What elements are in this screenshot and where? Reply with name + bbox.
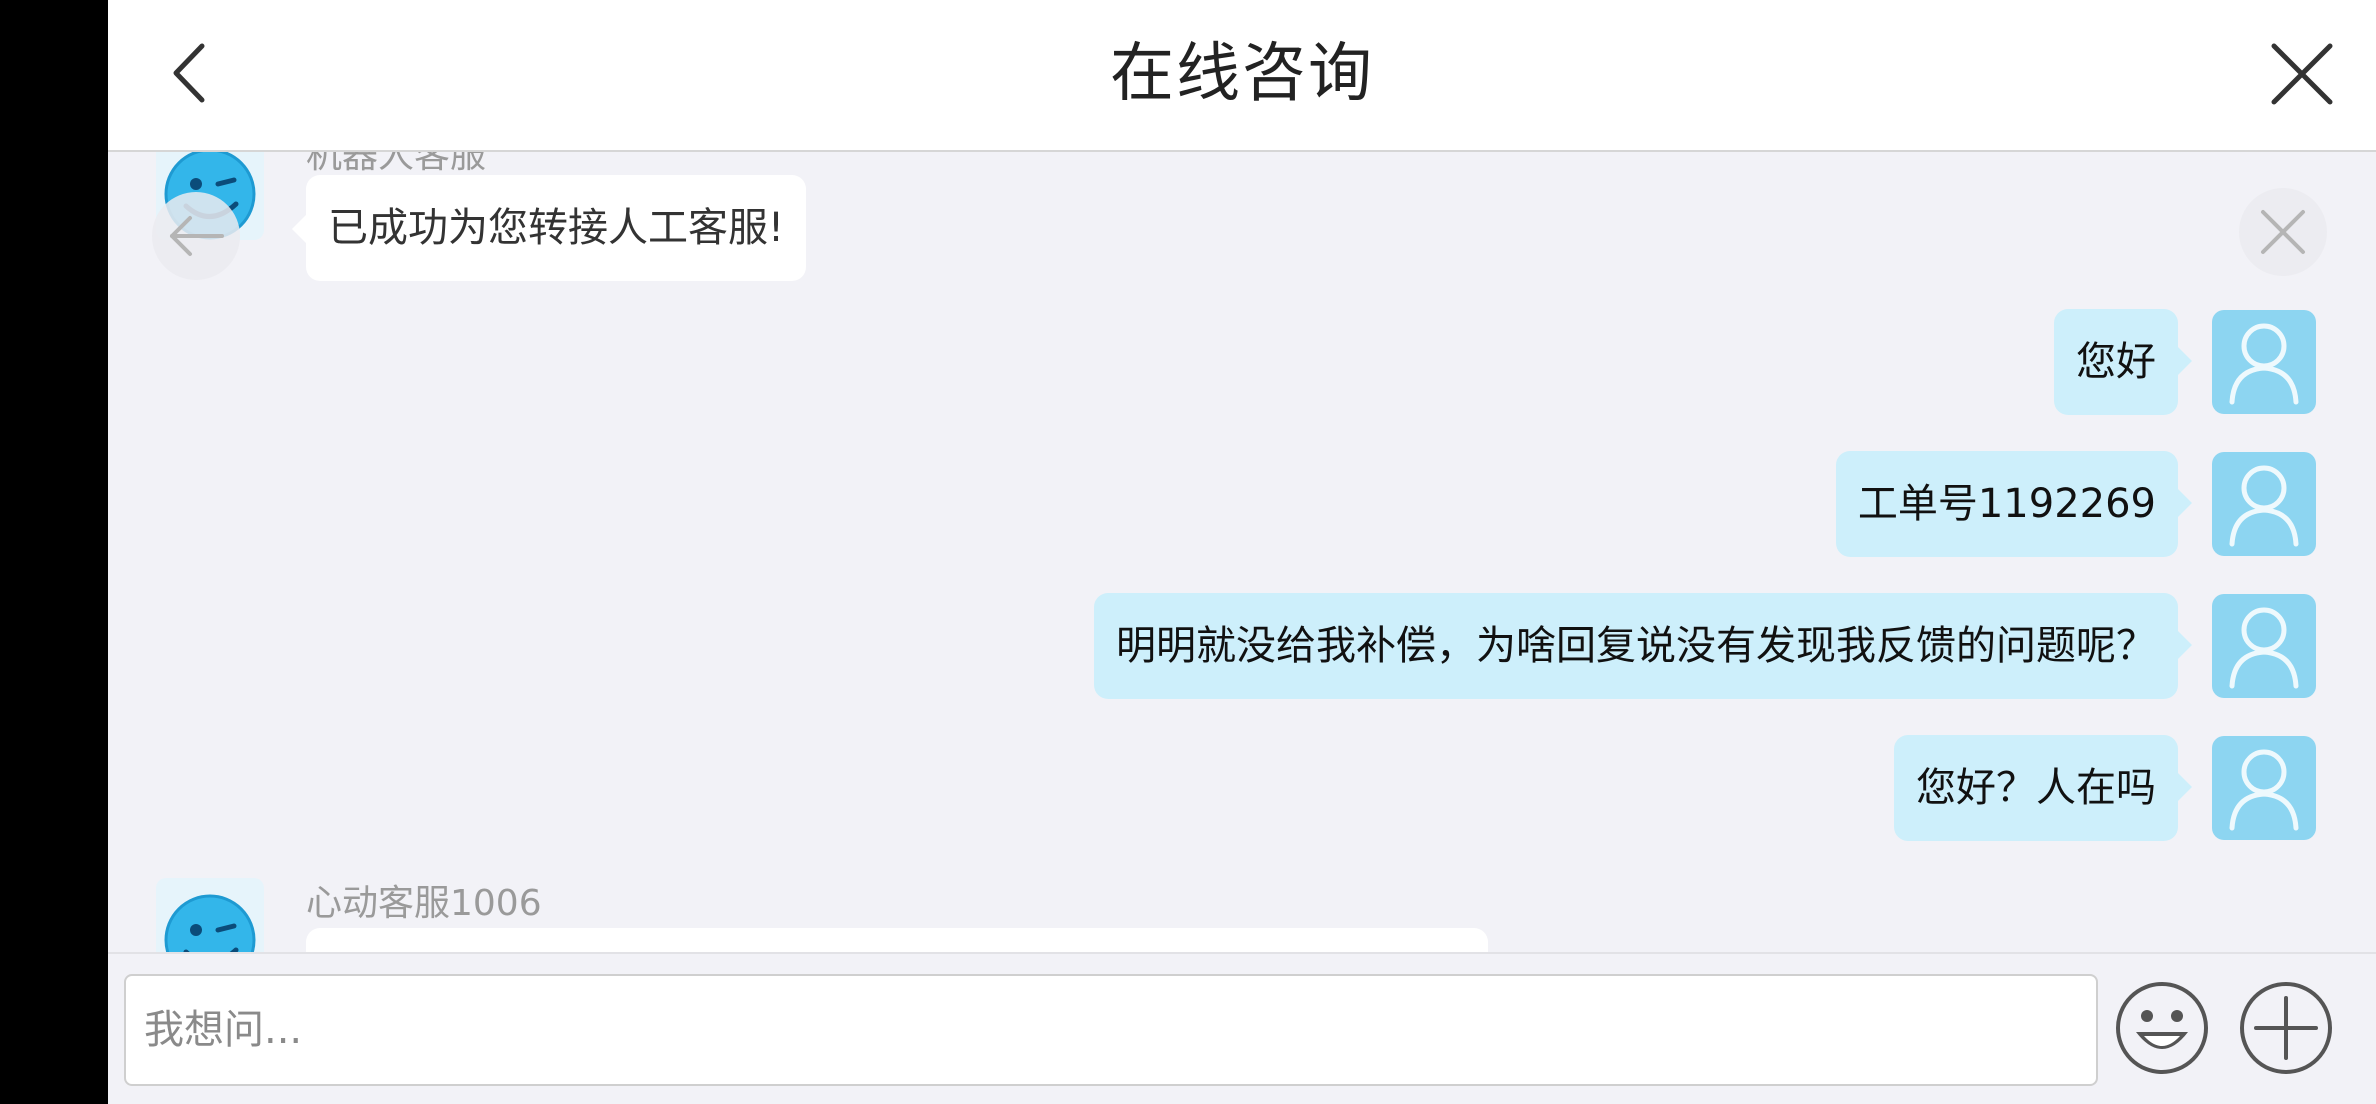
agent-message-bubble: 已成功为您转接人工客服!	[291, 175, 807, 281]
person-icon	[2229, 607, 2299, 689]
input-bar	[108, 952, 2376, 1104]
chat-app: 在线咨询 机器人客服 已成功为您转接人工客服! 您好 工单号1192269 明明…	[108, 0, 2376, 1104]
person-icon	[2229, 465, 2299, 547]
top-bar: 在线咨询	[108, 0, 2376, 152]
message-input[interactable]	[126, 976, 2096, 1084]
float-close-button[interactable]	[2239, 188, 2327, 276]
user-message-bubble: 明明就没给我补偿，为啥回复说没有发现我反馈的问题呢？	[1094, 593, 2192, 699]
user-avatar	[2212, 452, 2316, 556]
agent-avatar	[156, 878, 264, 952]
agent-message-bubble	[306, 928, 1488, 952]
user-message-bubble: 工单号1192269	[1835, 451, 2193, 557]
arrow-left-icon	[170, 216, 224, 256]
person-icon	[2229, 749, 2299, 831]
user-avatar	[2212, 736, 2316, 840]
user-avatar	[2212, 310, 2316, 414]
page-title: 在线咨询	[1110, 37, 1374, 111]
sender-name: 心动客服1006	[306, 883, 542, 924]
smiley-icon[interactable]	[2114, 980, 2210, 1076]
plus-circle-icon[interactable]	[2238, 980, 2334, 1076]
close-icon	[2261, 210, 2305, 254]
user-message-bubble: 您好	[2054, 309, 2192, 415]
mascot-avatar-icon	[164, 894, 256, 952]
chat-area[interactable]: 机器人客服 已成功为您转接人工客服! 您好 工单号1192269 明明就没给我补…	[108, 152, 2376, 952]
user-avatar	[2212, 594, 2316, 698]
float-back-button[interactable]	[152, 192, 240, 280]
user-message-bubble: 您好？人在吗	[1894, 735, 2192, 841]
message-input-box[interactable]	[124, 974, 2098, 1086]
person-icon	[2229, 323, 2299, 405]
close-icon[interactable]	[2264, 36, 2340, 112]
